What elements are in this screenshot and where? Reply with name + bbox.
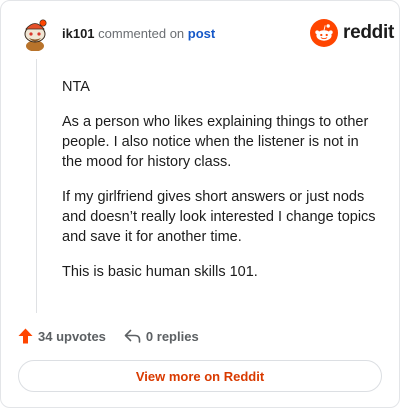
post-link[interactable]: post	[188, 26, 215, 41]
comment-paragraph: This is basic human skills 101.	[62, 264, 258, 280]
reddit-logo[interactable]: reddit	[310, 18, 394, 48]
thread-line	[36, 59, 37, 313]
comment-body: NTA As a person who likes explaining thi…	[62, 77, 382, 297]
reply-count: 0 replies	[145, 328, 199, 344]
avatar-icon	[24, 19, 47, 52]
comment-header: ik101 commented on post	[62, 26, 215, 42]
commented-on-text: commented on	[98, 26, 185, 41]
user-avatar[interactable]	[17, 15, 53, 52]
view-more-button[interactable]: View more on Reddit	[18, 360, 382, 392]
comment-paragraph: NTA	[62, 79, 90, 95]
upvote-arrow-icon	[18, 328, 33, 344]
reply-arrow-icon	[124, 329, 141, 343]
comment-embed-card: ik101 commented on post reddit NTA As a …	[0, 0, 400, 408]
comment-footer: 34 upvotes 0 replies	[18, 327, 199, 345]
reddit-wordmark: reddit	[343, 22, 394, 43]
reply-button[interactable]: 0 replies	[124, 329, 199, 344]
username-link[interactable]: ik101	[62, 26, 95, 41]
upvote-count: 34 upvotes	[38, 328, 106, 344]
reddit-snoo-icon	[310, 19, 338, 47]
upvote-button[interactable]: 34 upvotes	[18, 328, 106, 344]
comment-paragraph: As a person who likes explaining things …	[62, 114, 369, 170]
comment-paragraph: If my girlfriend gives short answers or …	[62, 189, 376, 245]
